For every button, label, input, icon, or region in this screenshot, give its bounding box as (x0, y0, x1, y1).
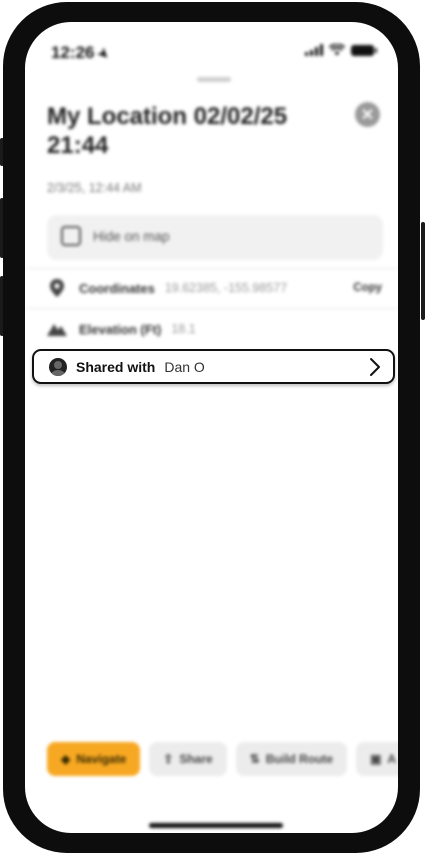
home-indicator (149, 823, 283, 828)
more-action-label: A (387, 752, 397, 766)
sheet-grabber[interactable] (197, 77, 231, 82)
action-bar: ◆ Navigate ⇪ Share ⇅ Build Route ▣ A (47, 742, 398, 776)
copy-coordinates-button[interactable]: Copy (353, 282, 382, 294)
battery-icon (351, 44, 377, 56)
blurred-background: 12:26➤ My Location 02/02/25 21:44 ✕ 2/3/… (25, 22, 398, 833)
navigate-button[interactable]: ◆ Navigate (47, 742, 141, 776)
coordinates-label: Coordinates (79, 280, 155, 296)
elevation-label: Elevation (Ft) (79, 321, 162, 337)
location-arrow-icon: ➤ (95, 44, 114, 63)
hide-on-map-label: Hide on map (93, 229, 170, 244)
power-button (421, 222, 425, 320)
route-icon: ⇅ (249, 752, 260, 766)
build-route-button[interactable]: ⇅ Build Route (235, 742, 348, 776)
share-icon: ⇪ (163, 752, 174, 766)
elevation-row: Elevation (Ft) 18.1 (47, 316, 382, 342)
status-time: 12:26➤ (51, 43, 113, 63)
location-title: My Location 02/02/25 21:44 (47, 103, 288, 159)
shared-with-row[interactable]: Shared with Dan O (32, 349, 395, 384)
mountain-icon (47, 322, 67, 336)
phone-frame: 12:26➤ My Location 02/02/25 21:44 ✕ 2/3/… (3, 2, 420, 853)
coordinates-value: 19.62385, -155.98577 (164, 281, 288, 295)
elevation-value: 18.1 (171, 322, 196, 336)
shared-with-name: Dan O (164, 358, 205, 375)
share-label: Share (179, 752, 213, 766)
divider (25, 308, 398, 309)
navigate-icon: ◆ (61, 752, 71, 766)
close-button[interactable]: ✕ (355, 102, 380, 127)
coordinates-row: Coordinates 19.62385, -155.98577 Copy (47, 275, 382, 301)
divider (25, 268, 398, 269)
avatar (49, 357, 67, 376)
share-button[interactable]: ⇪ Share (149, 742, 227, 776)
build-route-label: Build Route (265, 752, 334, 766)
chevron-right-icon (369, 357, 381, 377)
wifi-icon (329, 44, 345, 56)
status-icons (305, 44, 377, 56)
screen: 12:26➤ My Location 02/02/25 21:44 ✕ 2/3/… (25, 22, 398, 833)
hide-on-map-checkbox[interactable] (61, 226, 81, 246)
layers-icon: ▣ (370, 752, 382, 766)
shared-with-label: Shared with (76, 358, 156, 375)
map-pin-icon (47, 279, 67, 297)
close-icon: ✕ (360, 106, 375, 124)
navigate-label: Navigate (76, 752, 127, 766)
hide-on-map-toggle[interactable]: Hide on map (47, 215, 383, 260)
more-action-button[interactable]: ▣ A (356, 742, 398, 776)
status-time-text: 12:26 (51, 43, 95, 62)
location-timestamp: 2/3/25, 12:44 AM (47, 181, 142, 195)
cellular-signal-icon (305, 44, 323, 56)
